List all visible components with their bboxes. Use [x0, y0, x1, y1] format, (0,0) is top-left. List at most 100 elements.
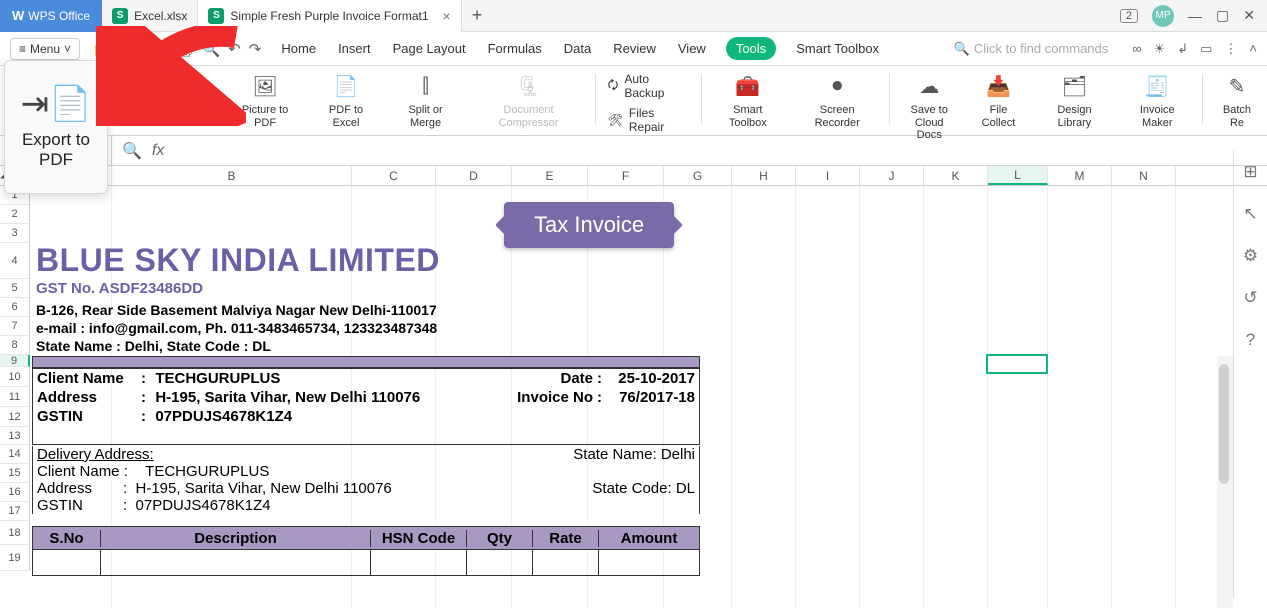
theme-icon[interactable]: ☀ [1154, 41, 1166, 57]
column-header-H[interactable]: H [732, 166, 796, 185]
window-count-badge[interactable]: 2 [1120, 9, 1138, 23]
invoice-maker-button[interactable]: 🧾Invoice Maker [1116, 66, 1198, 129]
row-header-13[interactable]: 13 [0, 427, 30, 445]
column-header-E[interactable]: E [512, 166, 588, 185]
column-header-G[interactable]: G [664, 166, 732, 185]
new-tab-button[interactable]: + [462, 5, 493, 26]
avatar[interactable]: MP [1152, 5, 1174, 27]
vertical-scrollbar[interactable] [1217, 356, 1233, 608]
column-header-I[interactable]: I [796, 166, 860, 185]
pdf-to-excel-button[interactable]: 📄PDF to Excel [307, 66, 384, 129]
row-header-11[interactable]: 11 [0, 387, 30, 407]
tab-review[interactable]: Review [611, 37, 658, 60]
purple-divider [32, 356, 700, 368]
split-merge-button[interactable]: ⫿Split or Merge [385, 66, 467, 129]
rename-icon: ✎ [1223, 72, 1251, 100]
row-header-7[interactable]: 7 [0, 317, 30, 336]
wrap-icon[interactable]: ↲ [1177, 41, 1188, 57]
row-header-3[interactable]: 3 [0, 224, 30, 243]
maximize-button[interactable]: ▢ [1216, 7, 1229, 24]
row-header-2[interactable]: 2 [0, 205, 30, 224]
column-header-F[interactable]: F [588, 166, 664, 185]
menu-button[interactable]: ≡ Menu ˅ [10, 38, 80, 60]
menu-bar: ≡ Menu ˅ 📂 💾 👁 🖨 🔍 ↶ ↷ Home Insert Page … [0, 32, 1267, 66]
close-icon[interactable]: × [443, 8, 451, 24]
column-header-M[interactable]: M [1048, 166, 1112, 185]
design-library-button[interactable]: 🗂Design Library [1033, 66, 1117, 129]
row-header-19[interactable]: 19 [0, 545, 30, 571]
row-header-9[interactable]: 9 [0, 355, 30, 367]
auto-backup-button[interactable]: 🗘Auto Backup [608, 72, 690, 100]
row-header-15[interactable]: 15 [0, 464, 30, 483]
company-contact: e-mail : info@gmail.com, Ph. 011-3483465… [36, 320, 437, 336]
row-header-10[interactable]: 10 [0, 367, 30, 387]
collapse-ribbon-icon[interactable]: ˄ [1249, 41, 1257, 57]
ribbon-tabs: Home Insert Page Layout Formulas Data Re… [279, 37, 881, 60]
settings-icon[interactable]: ⚙ [1243, 246, 1258, 266]
select-icon[interactable]: ↖ [1243, 204, 1257, 224]
close-button[interactable]: ✕ [1243, 7, 1255, 24]
ocr-icon: ⧉ [179, 72, 207, 100]
tab-tools[interactable]: Tools [726, 37, 776, 60]
zoom-icon[interactable]: 🔍 [122, 141, 142, 161]
file-collect-button[interactable]: 📥File Collect [964, 66, 1032, 129]
more-icon[interactable]: ⋮ [1224, 41, 1237, 57]
open-icon[interactable]: 📂 [94, 40, 113, 58]
history-icon[interactable]: ↺ [1243, 288, 1257, 308]
share-icon[interactable]: ∞ [1132, 41, 1141, 57]
undo-icon[interactable]: ↶ [228, 40, 241, 58]
window-icon[interactable]: ▭ [1200, 41, 1212, 57]
scrollbar-thumb[interactable] [1219, 364, 1229, 484]
row-header-4[interactable]: 4 [0, 243, 30, 279]
save-to-cloud-button[interactable]: ☁Save to Cloud Docs [894, 66, 964, 142]
row-header-16[interactable]: 16 [0, 483, 30, 502]
tab-home[interactable]: Home [279, 37, 318, 60]
files-repair-button[interactable]: 🛠Files Repair [608, 106, 690, 134]
tab-page-layout[interactable]: Page Layout [391, 37, 468, 60]
cloud-icon: ☁ [915, 72, 943, 100]
tab-formulas[interactable]: Formulas [486, 37, 544, 60]
save-icon[interactable]: 💾 [121, 40, 140, 58]
minimize-button[interactable]: — [1188, 8, 1202, 24]
panel-icon[interactable]: ⊞ [1243, 162, 1257, 182]
column-header-N[interactable]: N [1112, 166, 1176, 185]
row-header-8[interactable]: 8 [0, 336, 30, 355]
app-badge[interactable]: W WPS Office [0, 0, 102, 32]
row-header-17[interactable]: 17 [0, 502, 30, 521]
row-header-5[interactable]: 5 [0, 279, 30, 298]
column-header-D[interactable]: D [436, 166, 512, 185]
redo-icon[interactable]: ↷ [249, 40, 262, 58]
tab-data[interactable]: Data [562, 37, 593, 60]
print-preview-icon[interactable]: 👁 [147, 40, 166, 58]
column-header-C[interactable]: C [352, 166, 436, 185]
column-header-L[interactable]: L [988, 166, 1048, 185]
print-icon[interactable]: 🖨 [174, 40, 193, 58]
pdf-icon: 📄 [332, 72, 360, 100]
row-header-12[interactable]: 12 [0, 407, 30, 427]
find-commands-input[interactable]: 🔍 Click to find commands [954, 41, 1109, 57]
fx-icon[interactable]: fx [152, 142, 164, 160]
zoom-icon[interactable]: 🔍 [202, 40, 221, 58]
document-compressor-button[interactable]: 🗜Document Compressor [466, 66, 590, 129]
tab-smart-toolbox[interactable]: Smart Toolbox [794, 37, 881, 60]
screen-recorder-button[interactable]: ⏺Screen Recorder [789, 66, 885, 129]
row-header-18[interactable]: 18 [0, 521, 30, 545]
batch-rename-button[interactable]: ✎Batch Re [1207, 66, 1267, 129]
tab-invoice[interactable]: S Simple Fresh Purple Invoice Format1 × [198, 0, 461, 32]
row-header-14[interactable]: 14 [0, 445, 30, 464]
export-to-pdf-button[interactable]: ⇥📄 Export to PDF [4, 60, 108, 194]
column-header-K[interactable]: K [924, 166, 988, 185]
smart-toolbox-button[interactable]: 🧰Smart Toolbox [706, 66, 789, 129]
picture-to-pdf-button[interactable]: 🖼Picture to PDF [223, 66, 308, 129]
tab-excel[interactable]: S Excel.xlsx [102, 0, 198, 32]
row-header-6[interactable]: 6 [0, 298, 30, 317]
tab-view[interactable]: View [676, 37, 708, 60]
tax-invoice-badge: Tax Invoice [504, 202, 674, 248]
column-header-B[interactable]: B [112, 166, 352, 185]
spreadsheet-grid[interactable]: 12345678910111213141516171819 Tax Invoic… [0, 186, 1267, 608]
ocr-button[interactable]: ⧉OCR [163, 66, 223, 117]
column-header-J[interactable]: J [860, 166, 924, 185]
menu-label: Menu [30, 42, 60, 56]
help-icon[interactable]: ? [1246, 330, 1255, 350]
tab-insert[interactable]: Insert [336, 37, 373, 60]
